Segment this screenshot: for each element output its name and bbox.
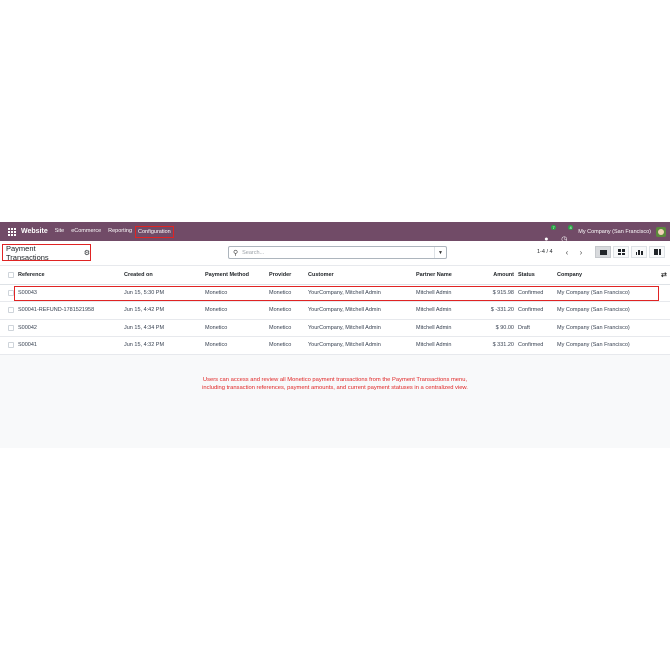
search-icon: ⚲ [233, 249, 239, 257]
table-row[interactable]: S00042 Jun 15, 4:34 PM Monetico Monetico… [0, 319, 670, 337]
column-header[interactable]: Created on [124, 266, 205, 285]
cell-payment-method: Monetico [205, 284, 269, 302]
cell-provider: Monetico [269, 284, 308, 302]
graph-icon [635, 249, 643, 255]
annotation-caption: Users can access and review all Monetico… [0, 376, 670, 392]
messages-badge: 7 [551, 224, 557, 230]
menu-configuration[interactable]: Configuration [135, 225, 174, 238]
cell-amount: $ 331.20 [486, 336, 518, 355]
cell-partner-name: Mitchell Admin [416, 336, 486, 355]
cell-created-on: Jun 15, 4:42 PM [124, 301, 205, 320]
chevron-left-icon: ‹ [565, 247, 569, 257]
table-row[interactable]: S00043 Jun 15, 5:30 PM Monetico Monetico… [0, 284, 670, 302]
pivot-view-button[interactable] [649, 246, 665, 258]
column-header[interactable]: Amount [486, 266, 518, 285]
cell-payment-method: Monetico [205, 336, 269, 355]
cell-partner-name: Mitchell Admin [416, 319, 486, 337]
column-header[interactable]: Status [518, 266, 557, 285]
cell-created-on: Jun 15, 4:34 PM [124, 319, 205, 337]
row-checkbox[interactable] [8, 324, 14, 331]
menu-ecommerce[interactable]: eCommerce [71, 228, 101, 236]
app-grid-icon[interactable] [8, 227, 16, 236]
cell-amount: $ 915.98 [486, 284, 518, 302]
cell-status: Draft [518, 319, 557, 337]
cell-company: My Company (San Francisco) [557, 284, 661, 302]
row-checkbox[interactable] [8, 342, 14, 349]
cell-customer: YourCompany, Mitchell Admin [308, 336, 416, 355]
activities-badge: 4 [568, 224, 574, 230]
view-switcher [595, 246, 667, 258]
column-header[interactable]: Company [557, 266, 661, 285]
activities-button[interactable]: ◷ 4 [561, 224, 574, 243]
row-checkbox[interactable] [8, 289, 14, 296]
column-header[interactable]: Partner Name [416, 266, 486, 285]
search-options-toggle[interactable]: ▼ [434, 247, 446, 258]
cell-reference: S00043 [18, 284, 124, 302]
cell-provider: Monetico [269, 319, 308, 337]
row-checkbox[interactable] [8, 307, 14, 314]
search-bar: ⚲ ▼ [228, 246, 447, 259]
list-icon [599, 249, 607, 255]
app-name[interactable]: Website [21, 228, 48, 235]
search-input[interactable] [242, 249, 423, 256]
pager-next-button[interactable]: › [575, 246, 587, 258]
cell-status: Confirmed [518, 301, 557, 320]
cell-created-on: Jun 15, 4:32 PM [124, 336, 205, 355]
kanban-view-button[interactable] [613, 246, 629, 258]
pivot-icon [653, 249, 661, 255]
company-switcher[interactable]: My Company (San Francisco) [578, 229, 651, 235]
cell-reference: S00042 [18, 319, 124, 337]
select-all-checkbox[interactable] [8, 271, 14, 278]
cell-reference: S00041 [18, 336, 124, 355]
column-header[interactable]: Provider [269, 266, 308, 285]
cell-customer: YourCompany, Mitchell Admin [308, 284, 416, 302]
cell-partner-name: Mitchell Admin [416, 301, 486, 320]
cell-company: My Company (San Francisco) [557, 336, 661, 355]
kanban-icon [617, 249, 625, 255]
cell-company: My Company (San Francisco) [557, 301, 661, 320]
cell-company: My Company (San Francisco) [557, 319, 661, 337]
cell-amount: $ 90.00 [486, 319, 518, 337]
cell-amount: $ -331.20 [486, 301, 518, 320]
main-menu: Site eCommerce Reporting Configuration [55, 225, 179, 238]
cell-provider: Monetico [269, 301, 308, 320]
list-view-button[interactable] [595, 246, 611, 258]
cell-created-on: Jun 15, 5:30 PM [124, 284, 205, 302]
menu-reporting[interactable]: Reporting [108, 228, 132, 236]
table-row[interactable]: S00041-REFUND-1781521958 Jun 15, 4:42 PM… [0, 301, 670, 320]
column-header[interactable]: Reference [18, 266, 124, 285]
messages-button[interactable]: ● 7 [544, 224, 557, 243]
column-header[interactable]: Payment Method [205, 266, 269, 285]
pager-value[interactable]: 1-4 / 4 [537, 249, 553, 255]
cell-status: Confirmed [518, 284, 557, 302]
table-row[interactable]: S00041 Jun 15, 4:32 PM Monetico Monetico… [0, 336, 670, 355]
user-avatar[interactable] [656, 226, 666, 237]
cell-payment-method: Monetico [205, 301, 269, 320]
list-content: Reference Created on Payment Method Prov… [0, 266, 670, 448]
column-header[interactable]: Customer [308, 266, 416, 285]
cell-customer: YourCompany, Mitchell Admin [308, 301, 416, 320]
gear-icon[interactable]: ⚙ [84, 249, 90, 257]
cell-status: Confirmed [518, 336, 557, 355]
navbar-systray: ● 7 ◷ 4 My Company (San Francisco) [544, 224, 666, 243]
control-panel: Payment Transactions ⚙ ⚲ ▼ 1-4 / 4 ‹ › [0, 241, 670, 266]
cell-payment-method: Monetico [205, 319, 269, 337]
breadcrumb: Payment Transactions ⚙ [2, 243, 91, 262]
cell-provider: Monetico [269, 336, 308, 355]
chevron-right-icon: › [579, 247, 583, 257]
cell-reference: S00041-REFUND-1781521958 [18, 301, 124, 320]
top-navbar: Website Site eCommerce Reporting Configu… [0, 222, 670, 243]
optional-columns-icon[interactable]: ⇄ [661, 272, 667, 279]
caption-line: Users can access and review all Monetico… [202, 377, 468, 383]
graph-view-button[interactable] [631, 246, 647, 258]
cell-customer: YourCompany, Mitchell Admin [308, 319, 416, 337]
transactions-table: Reference Created on Payment Method Prov… [0, 266, 670, 355]
table-header-row: Reference Created on Payment Method Prov… [0, 266, 670, 285]
cell-partner-name: Mitchell Admin [416, 284, 486, 302]
page-title: Payment Transactions [6, 243, 49, 262]
caret-down-icon: ▼ [438, 249, 443, 256]
caption-line: including transaction references, paymen… [202, 385, 468, 391]
pager-previous-button[interactable]: ‹ [561, 246, 573, 258]
menu-site[interactable]: Site [55, 228, 64, 236]
